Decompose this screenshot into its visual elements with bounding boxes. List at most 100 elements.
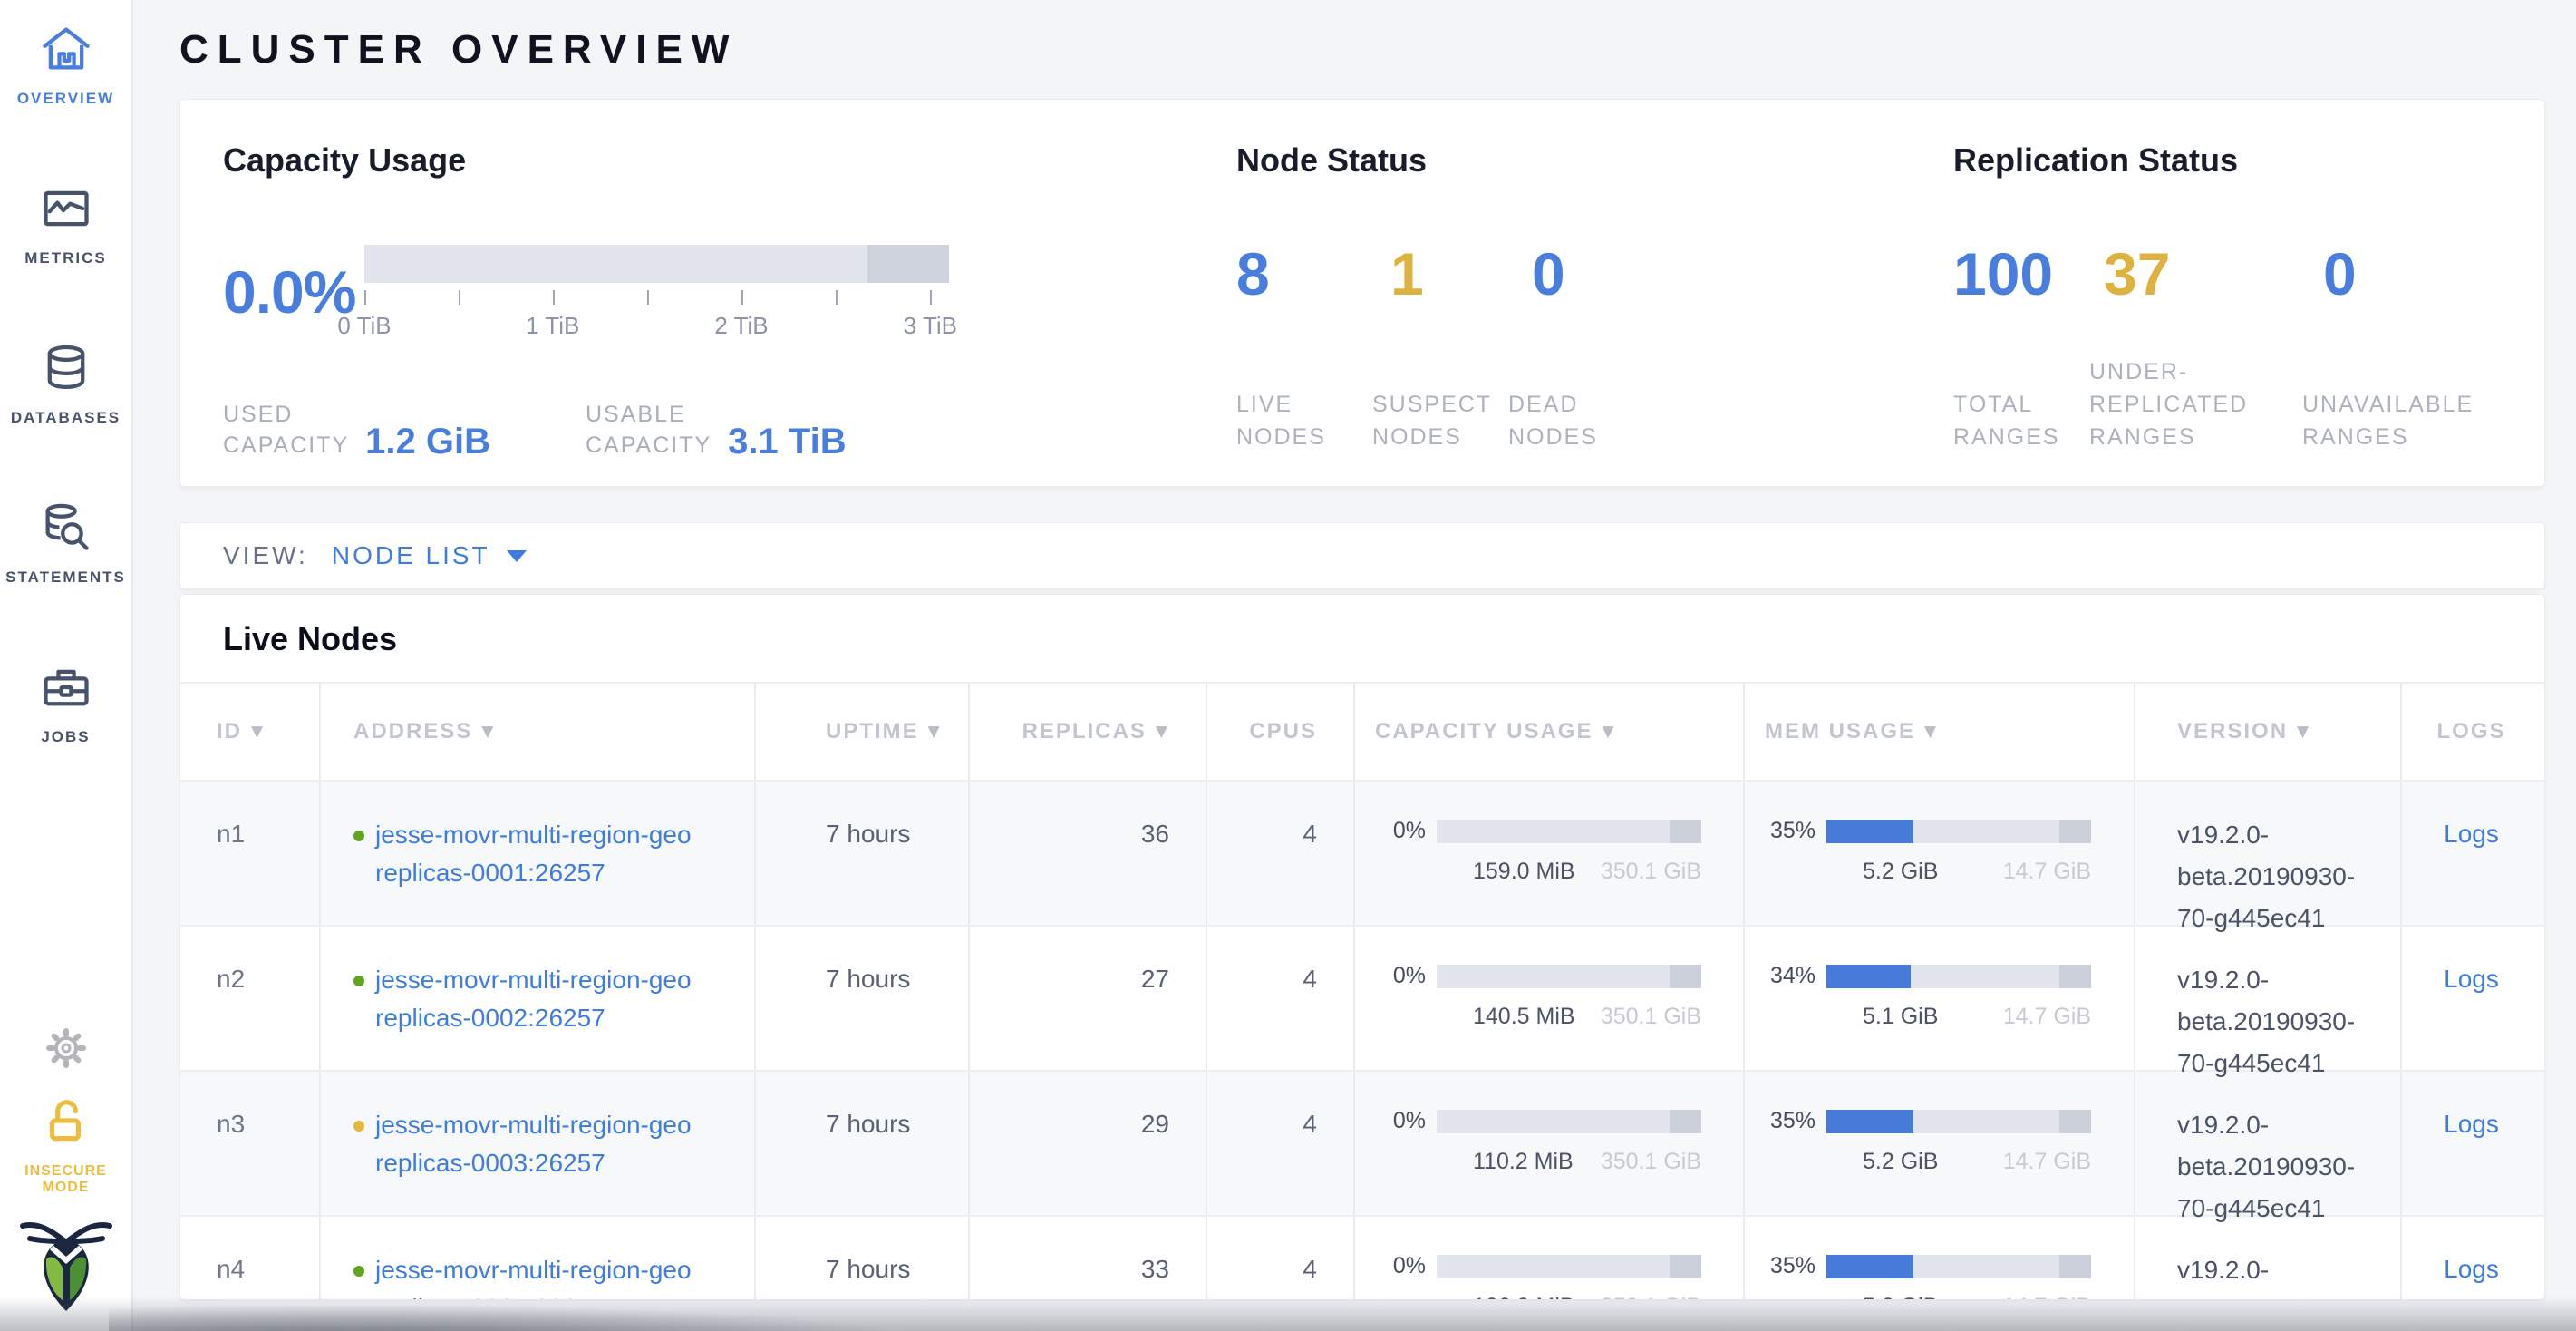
- node-address-link-line2[interactable]: replicas-0004:26257: [375, 1294, 605, 1300]
- sort-caret-icon: ▼: [1156, 723, 1169, 741]
- node-replicas-cell: 36: [970, 782, 1207, 925]
- capacity-usage-section: Capacity Usage 0.0% 0 TiB1 TiB2 TiB3 TiB…: [223, 141, 1129, 461]
- node-mem-usage-cell: 35% 5.2 GiB 14.7 GiB: [1745, 1072, 2135, 1215]
- node-address-link-line2[interactable]: replicas-0002:26257: [375, 1004, 605, 1032]
- replication-status-section: Replication Status 100 37 0 TOTAL RANGES…: [1953, 141, 2532, 453]
- node-address-link-line2[interactable]: replicas-0001:26257: [375, 859, 605, 887]
- node-status-dot: [353, 1266, 364, 1277]
- node-cpus-cell: 4: [1207, 1072, 1355, 1215]
- node-uptime-cell: 7 hours: [756, 1217, 970, 1300]
- node-address-link[interactable]: jesse-movr-multi-region-geo: [375, 1111, 692, 1139]
- sidebar-item-overview[interactable]: OVERVIEW: [0, 22, 131, 108]
- column-header-id[interactable]: ID▼: [180, 684, 321, 780]
- table-row: n3 jesse-movr-multi-region-geo replicas-…: [180, 1072, 2544, 1217]
- mem-total-value: 14.7 GiB: [2003, 1004, 2091, 1030]
- axis-tick: [836, 290, 838, 305]
- axis-tick: [459, 290, 460, 305]
- mem-used-value: 5.1 GiB: [1863, 1004, 1938, 1030]
- node-capacity-usage-cell: 0% 106.9 MiB 350.1 GiB: [1355, 1217, 1745, 1300]
- node-mem-usage-cell: 35% 5.2 GiB 14.7 GiB: [1745, 1217, 2135, 1300]
- replication-status-title: Replication Status: [1953, 141, 2532, 180]
- live-nodes-card: Live Nodes ID▼ADDRESS▼UPTIME▼REPLICAS▼CP…: [179, 594, 2545, 1300]
- capacity-used-value: 110.2 MiB: [1473, 1149, 1574, 1175]
- capacity-total-value: 350.1 GiB: [1601, 859, 1701, 885]
- column-header-label: VERSION: [2177, 719, 2288, 744]
- live-nodes-count: 8: [1236, 239, 1390, 308]
- used-capacity-label: USED CAPACITY: [223, 399, 349, 461]
- used-capacity-stat: USED CAPACITY 1.2 GiB: [223, 399, 586, 461]
- node-capacity-usage-cell: 0% 110.2 MiB 350.1 GiB: [1355, 1072, 1745, 1215]
- column-header-capacity-usage[interactable]: CAPACITY USAGE▼: [1355, 684, 1745, 780]
- table-body: n1 jesse-movr-multi-region-geo replicas-…: [180, 782, 2544, 1300]
- capacity-percent: 0%: [1377, 1253, 1426, 1279]
- capacity-total-value: 350.1 GiB: [1601, 1004, 1701, 1030]
- view-dropdown[interactable]: NODE LIST: [332, 541, 527, 570]
- node-id-cell: n4: [180, 1217, 321, 1300]
- chevron-down-icon: [507, 550, 527, 562]
- sort-caret-icon: ▼: [481, 723, 495, 741]
- version-line: beta.20190930-: [2177, 856, 2391, 898]
- capacity-axis-labels: 0 TiB1 TiB2 TiB3 TiB: [364, 312, 949, 339]
- node-version-cell: v19.2.0- beta.20190930- 70-g445ec41: [2135, 1217, 2402, 1300]
- axis-tick-label: 0 TiB: [337, 312, 391, 340]
- sort-caret-icon: ▼: [2297, 723, 2310, 741]
- view-dropdown-value: NODE LIST: [332, 541, 490, 570]
- capacity-bar: [1437, 1110, 1701, 1133]
- node-capacity-usage-cell: 0% 159.0 MiB 350.1 GiB: [1355, 782, 1745, 925]
- capacity-usage-bar: 0 TiB1 TiB2 TiB3 TiB: [364, 245, 949, 339]
- mem-bar: [1826, 1255, 2091, 1278]
- sidebar-item-label: OVERVIEW: [0, 90, 131, 108]
- node-id-cell: n3: [180, 1072, 321, 1215]
- axis-tick-label: 3 TiB: [904, 312, 957, 340]
- sort-caret-icon: ▼: [1602, 723, 1615, 741]
- column-header-uptime[interactable]: UPTIME▼: [756, 684, 970, 780]
- column-header-replicas[interactable]: REPLICAS▼: [970, 684, 1207, 780]
- mem-bar: [1826, 1110, 2091, 1133]
- sidebar-item-statements[interactable]: STATEMENTS: [0, 500, 131, 587]
- logs-link[interactable]: Logs: [2444, 965, 2499, 1070]
- home-icon: [39, 64, 93, 80]
- jobs-icon: [39, 703, 93, 718]
- node-id-cell: n2: [180, 927, 321, 1070]
- view-label: VIEW:: [223, 541, 308, 570]
- capacity-bar: [1437, 820, 1701, 843]
- sidebar-item-databases[interactable]: DATABASES: [0, 341, 131, 427]
- mem-percent: 35%: [1767, 818, 1816, 844]
- settings-gear-button[interactable]: [0, 1023, 131, 1078]
- mem-percent: 35%: [1767, 1108, 1816, 1134]
- cluster-summary-card: Capacity Usage 0.0% 0 TiB1 TiB2 TiB3 TiB…: [179, 99, 2545, 487]
- node-address-link[interactable]: jesse-movr-multi-region-geo: [375, 1256, 692, 1284]
- column-header-mem-usage[interactable]: MEM USAGE▼: [1745, 684, 2135, 780]
- node-uptime-cell: 7 hours: [756, 1072, 970, 1215]
- version-line: beta.20190930-: [2177, 1291, 2391, 1300]
- sidebar-item-label: JOBS: [0, 728, 131, 746]
- insecure-mode-indicator[interactable]: INSECURE MODE: [0, 1095, 131, 1196]
- node-logs-cell: Logs: [2402, 1217, 2541, 1300]
- node-address-link[interactable]: jesse-movr-multi-region-geo: [375, 821, 692, 849]
- capacity-percent: 0%: [1377, 818, 1426, 844]
- cockroachdb-bug-logo[interactable]: [0, 1211, 131, 1321]
- logs-link[interactable]: Logs: [2444, 820, 2499, 925]
- node-address-link-line2[interactable]: replicas-0003:26257: [375, 1149, 605, 1177]
- capacity-axis-ticks: [364, 290, 949, 308]
- node-version-cell: v19.2.0- beta.20190930- 70-g445ec41: [2135, 782, 2402, 925]
- node-replicas-cell: 29: [970, 1072, 1207, 1215]
- node-id-cell: n1: [180, 782, 321, 925]
- sidebar-item-metrics[interactable]: METRICS: [0, 181, 131, 267]
- table-row: n4 jesse-movr-multi-region-geo replicas-…: [180, 1217, 2544, 1300]
- node-address-link[interactable]: jesse-movr-multi-region-geo: [375, 966, 692, 994]
- axis-tick-label: 2 TiB: [714, 312, 768, 340]
- column-header-label: ADDRESS: [353, 719, 472, 744]
- column-header-version[interactable]: VERSION ▼: [2135, 684, 2402, 780]
- view-selector-bar: VIEW: NODE LIST: [179, 522, 2545, 589]
- sidebar-item-jobs[interactable]: JOBS: [0, 660, 131, 746]
- capacity-total-value: 350.1 GiB: [1601, 1294, 1701, 1300]
- version-line: beta.20190930-: [2177, 1001, 2391, 1043]
- total-ranges-count: 100: [1953, 239, 2104, 308]
- metrics-icon: [39, 224, 93, 239]
- unavailable-ranges-label: UNAVAILABLE RANGES: [2302, 388, 2511, 453]
- column-header-address[interactable]: ADDRESS ▼: [321, 684, 756, 780]
- logs-link[interactable]: Logs: [2444, 1255, 2499, 1300]
- logs-link[interactable]: Logs: [2444, 1110, 2499, 1215]
- axis-tick: [930, 290, 932, 305]
